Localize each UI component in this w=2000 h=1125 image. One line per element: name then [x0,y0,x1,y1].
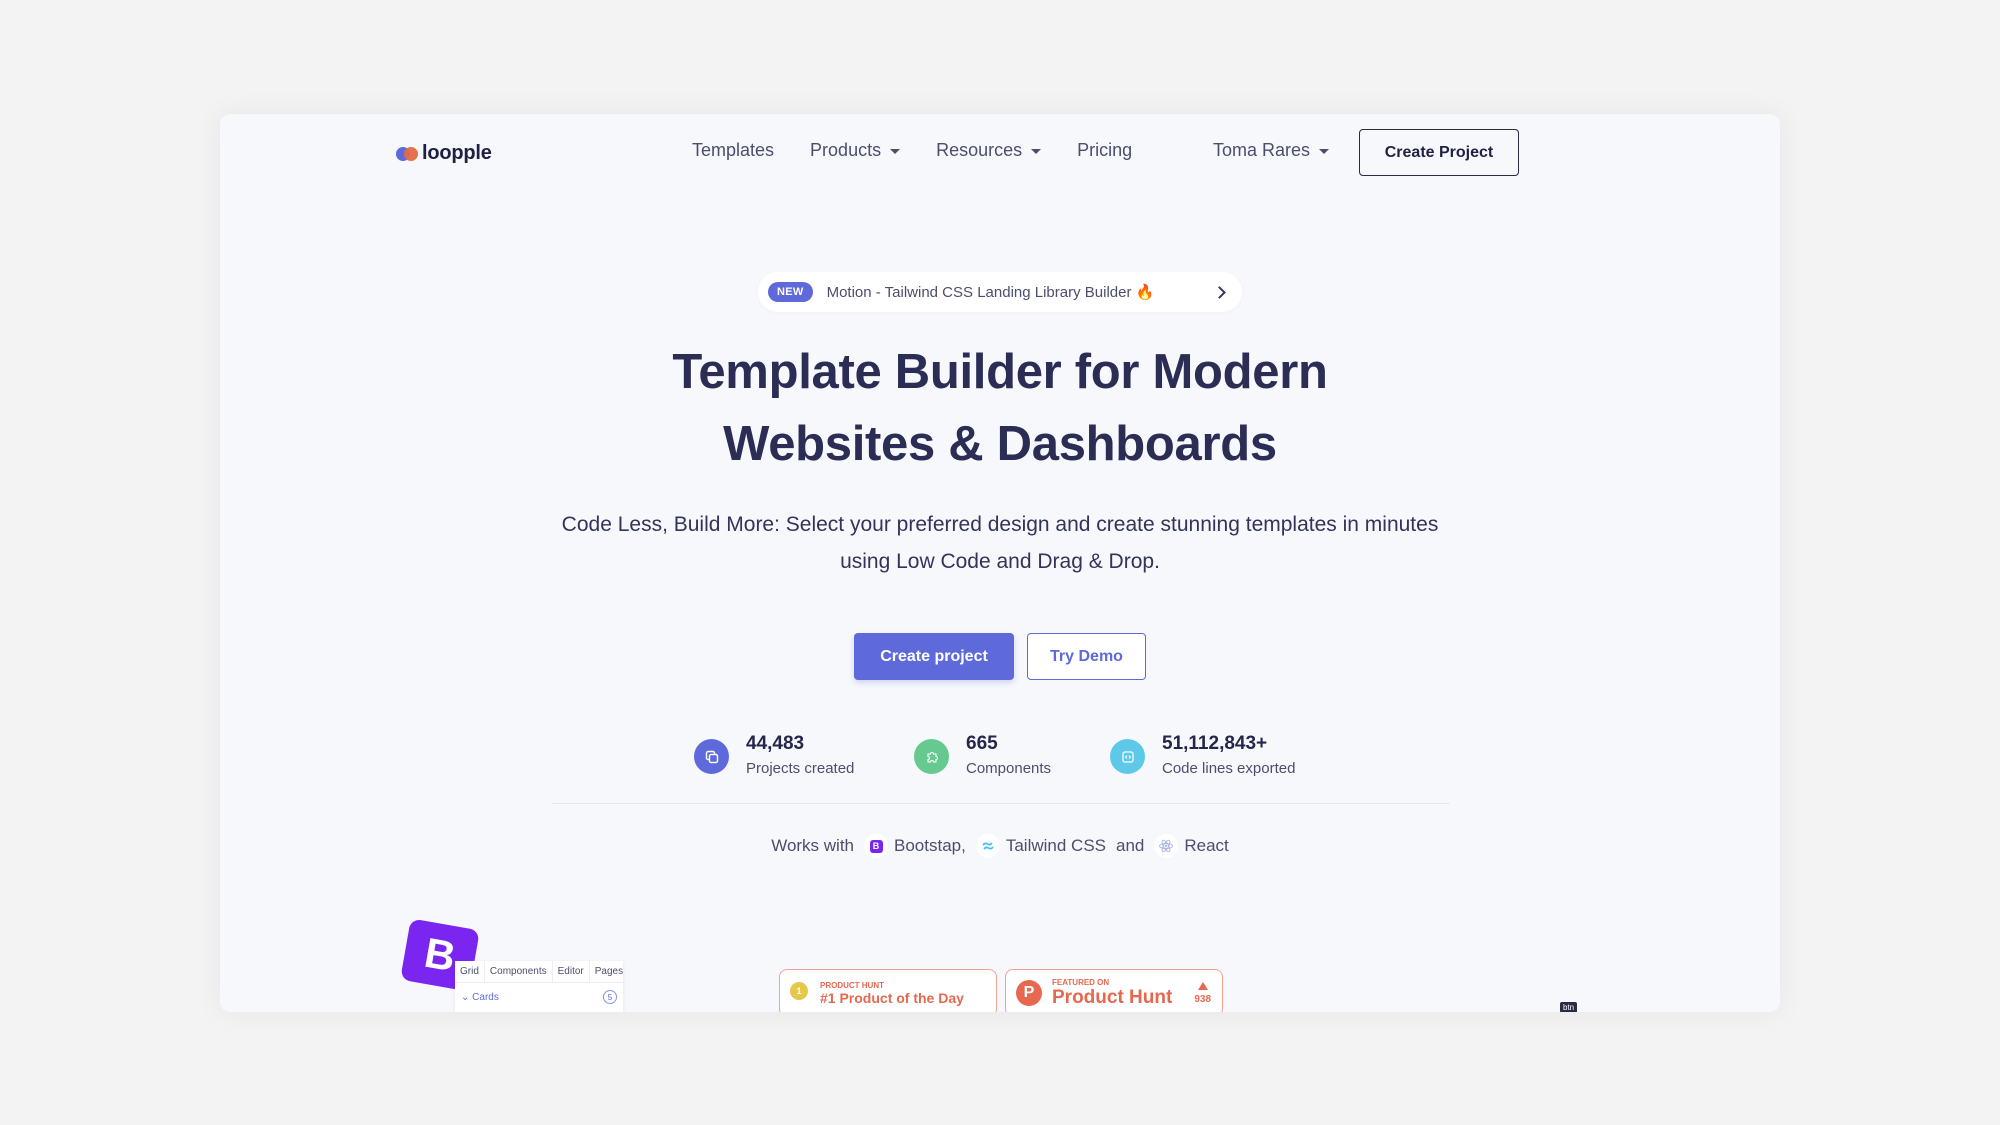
user-name: Toma Rares [1213,140,1311,160]
element-tag: btn [1560,1002,1578,1012]
hero-title: Template Builder for Modern Websites & D… [220,336,1780,480]
caret-down-icon [890,149,901,154]
bootstrap-icon: B [864,834,889,858]
stat-components: 665 Components [914,732,1110,777]
bootstrap-label: Bootstap, [894,836,966,855]
browser-page: loopple Templates Products Resources Pri… [220,114,1780,1012]
builder-section-cards[interactable]: ⌄ Cards 5 [455,983,623,1011]
section-label: Cards [472,991,499,1003]
upvote-arrow-icon [1197,981,1208,990]
stat-label: Projects created [746,760,855,777]
product-hunt-icon: P [1016,980,1042,1006]
chevron-down-icon: ⌄ [461,991,470,1003]
stat-value: 44,483 [746,733,805,754]
top-navbar: loopple Templates Products Resources Pri… [220,114,1780,194]
new-badge: NEW [768,282,813,302]
try-demo-button[interactable]: Try Demo [1027,633,1146,680]
divider [552,803,1450,804]
create-project-button[interactable]: Create project [854,633,1014,680]
works-with-label: Works with [771,836,855,855]
upvote-number: 938 [1194,993,1212,1005]
builder-tab-editor[interactable]: Editor [553,961,590,982]
section-count: 5 [603,990,617,1004]
react-label: React [1184,836,1229,855]
nav-resources[interactable]: Resources [936,140,1042,161]
nav-pricing-label: Pricing [1077,140,1133,160]
code-icon [1110,739,1145,774]
logo[interactable]: loopple [396,142,492,165]
caret-down-icon [1319,149,1330,154]
tailwind-label: Tailwind CSS [1005,836,1106,855]
tailwind-icon [975,834,1000,858]
featured-big: Product Hunt [1052,986,1173,1008]
stat-projects: 44,483 Projects created [694,732,914,777]
builder-tab-pages[interactable]: Pages [590,961,628,982]
caret-down-icon [1031,149,1042,154]
nav-templates[interactable]: Templates [692,140,774,161]
featured-small: FEATURED ON [1052,977,1110,987]
logo-text: loopple [422,142,492,164]
stat-value: 51,112,843+ [1162,733,1268,754]
create-project-nav-button[interactable]: Create Project [1359,129,1519,176]
hero-subtitle: Code Less, Build More: Select your prefe… [561,513,1439,573]
builder-tab-grid[interactable]: Grid [455,961,485,982]
react-icon [1154,834,1179,858]
hero-title-line1: Template Builder for Modern [672,345,1328,399]
hero-title-line2: Websites & Dashboards [723,417,1277,471]
nav-products[interactable]: Products [810,140,901,161]
builder-tab-components[interactable]: Components [485,961,553,982]
stats-row: 44,483 Projects created 665 Components 5… [694,732,1295,777]
builder-preview-panel: Grid Components Editor Pages ⌄ Cards 5 [455,961,623,1012]
stat-code-lines: 51,112,843+ Code lines exported [1110,732,1295,777]
nav-products-label: Products [810,140,882,160]
upvote-count: 938 [1194,981,1212,1005]
stat-label: Code lines exported [1162,760,1296,777]
and-label: and [1116,836,1145,855]
copy-icon [694,739,729,774]
nav-links: Templates Products Resources Pricing [692,140,1132,161]
user-menu[interactable]: Toma Rares [1213,140,1330,161]
puzzle-icon [914,739,949,774]
nav-pricing[interactable]: Pricing [1077,140,1132,161]
nav-templates-label: Templates [692,140,775,160]
product-of-the-day-badge[interactable]: 1 PRODUCT HUNT #1 Product of the Day [779,969,997,1012]
chevron-right-icon [1213,285,1226,299]
announcement-text: Motion - Tailwind CSS Landing Library Bu… [826,284,1155,301]
announcement-pill[interactable]: NEW Motion - Tailwind CSS Landing Librar… [758,272,1242,312]
stat-label: Components [966,760,1052,777]
stat-value: 665 [966,733,998,754]
potd-small: PRODUCT HUNT [820,980,884,990]
potd-big: #1 Product of the Day [820,989,964,1006]
logo-dots-icon [396,146,418,161]
featured-product-hunt-badge[interactable]: P FEATURED ON Product Hunt 938 [1005,969,1223,1012]
nav-resources-label: Resources [936,140,1023,160]
builder-tabs: Grid Components Editor Pages [455,961,623,983]
medal-icon: 1 [790,982,810,1004]
works-with-row: Works with B Bootstap, Tailwind CSS and … [220,834,1780,858]
